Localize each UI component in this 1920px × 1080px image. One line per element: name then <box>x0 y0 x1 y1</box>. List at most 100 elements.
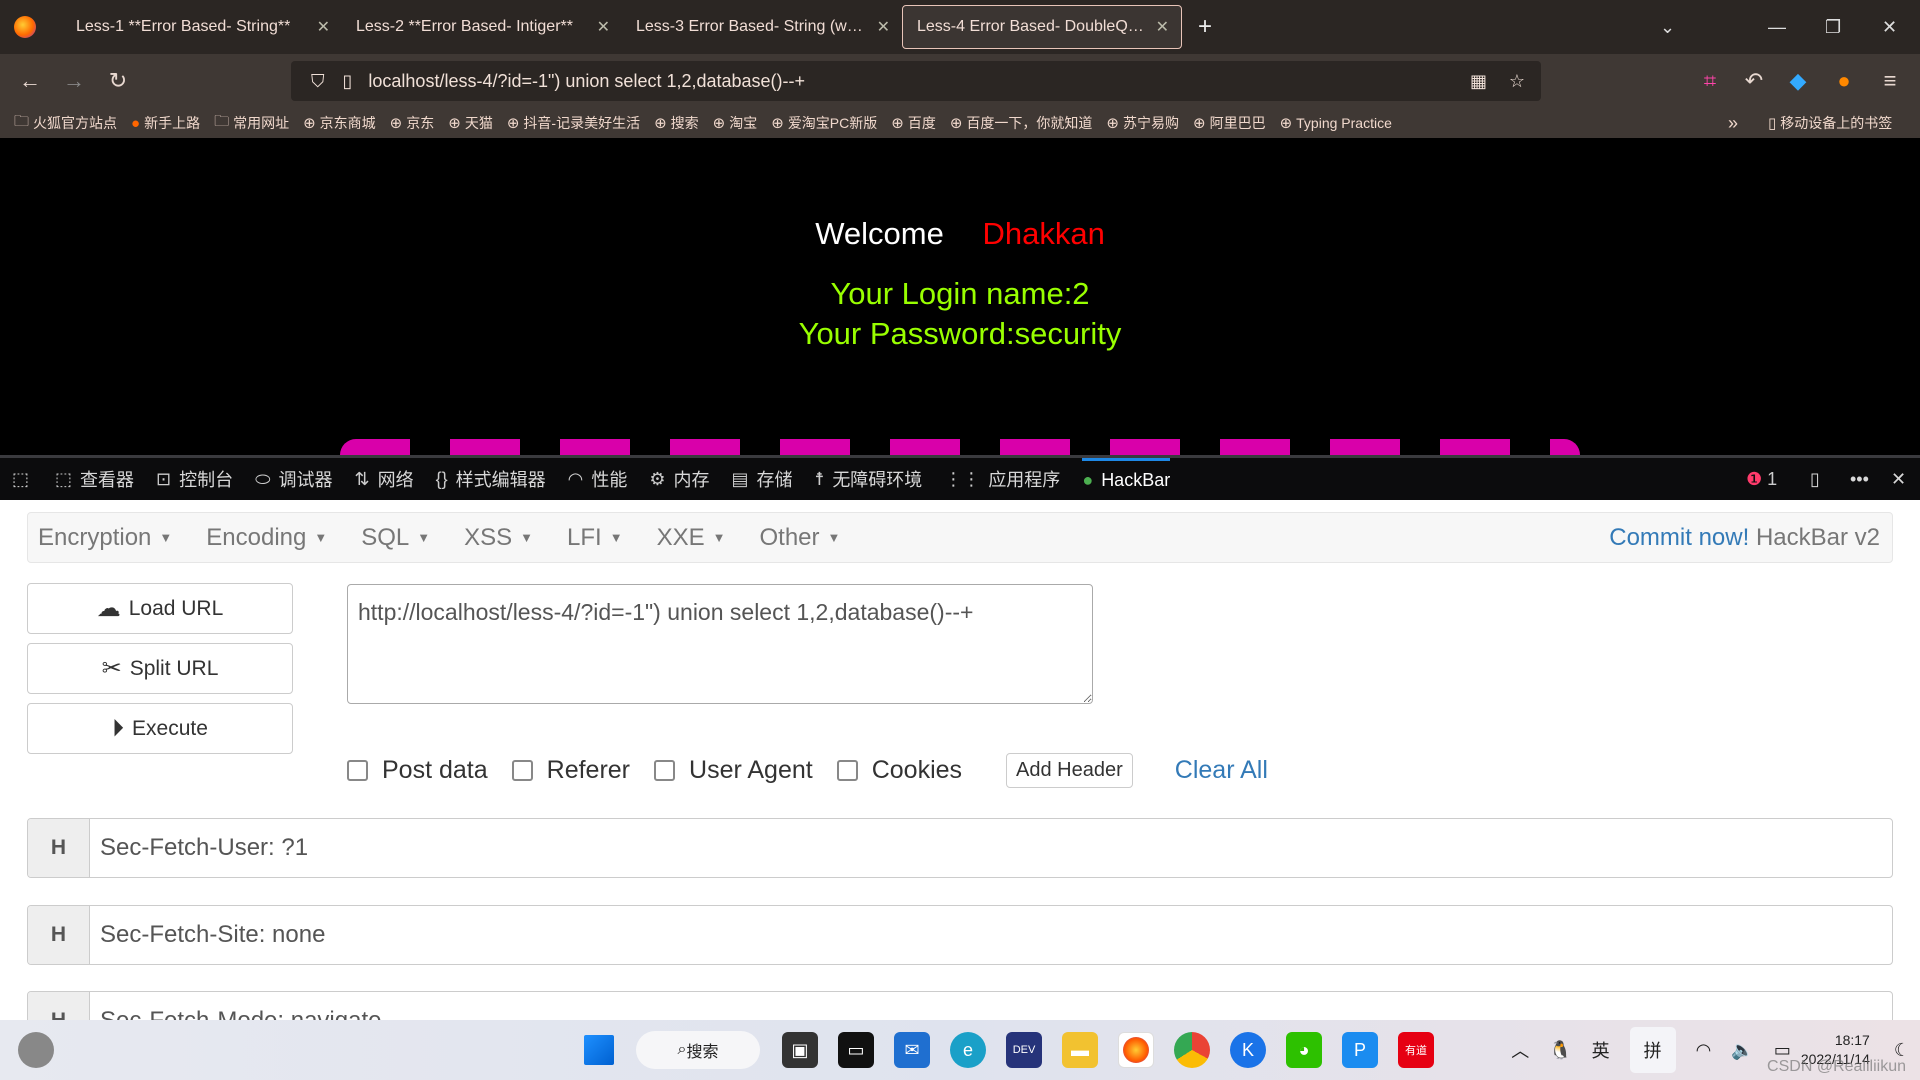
checkbox-box[interactable] <box>654 760 676 781</box>
devtools-tab-network[interactable]: ⇅ 网络 <box>355 466 414 492</box>
taskbar-search[interactable]: ⌕ 搜索 <box>636 1031 760 1069</box>
bookmark-item[interactable]: 🗀 常用网址 <box>214 111 289 136</box>
add-header-button[interactable]: Add Header <box>1006 753 1133 788</box>
url-textarea[interactable]: http://localhost/less-4/?id=-1") union s… <box>347 584 1093 704</box>
commit-link[interactable]: Commit now! <box>1609 524 1749 551</box>
devtools-tab-style-editor[interactable]: {} 样式编辑器 <box>436 466 546 492</box>
bookmark-item[interactable]: ⊕ 京东 <box>390 113 435 133</box>
tab-less-3[interactable]: Less-3 Error Based- String (with Twists)… <box>622 5 902 49</box>
back-icon[interactable]: ← <box>8 68 52 94</box>
menu-encryption[interactable]: Encryption ▼ <box>38 524 172 552</box>
account-icon[interactable]: ● <box>1822 68 1866 94</box>
show-hidden-icon[interactable]: ︿ <box>1511 1037 1529 1063</box>
chrome-icon[interactable] <box>1174 1032 1210 1068</box>
element-picker-icon[interactable]: ⬚ <box>12 469 29 490</box>
header-value[interactable]: Sec-Fetch-User: ?1 <box>90 834 308 862</box>
checkbox-cookies[interactable]: Cookies <box>836 756 962 785</box>
close-tab-icon[interactable]: ✕ <box>1156 17 1169 37</box>
devtools-tab-accessibility[interactable]: ☨ 无障碍环境 <box>815 466 923 492</box>
youdao-icon[interactable]: 有道 <box>1398 1032 1434 1068</box>
devtools-tab-performance[interactable]: ◠ 性能 <box>568 466 628 492</box>
list-tabs-icon[interactable]: ⌄ <box>1660 0 1675 54</box>
checkbox-user-agent[interactable]: User Agent <box>654 756 813 785</box>
bookmark-item[interactable]: ⊕ 百度 <box>891 113 936 133</box>
mail-icon[interactable]: ✉ <box>894 1032 930 1068</box>
devtools-tab-debugger[interactable]: ⬭ 调试器 <box>255 466 332 492</box>
menu-other[interactable]: Other ▼ <box>760 524 841 552</box>
file-explorer-icon[interactable]: ▬ <box>1062 1032 1098 1068</box>
bookmark-star-icon[interactable]: ☆ <box>1509 71 1525 92</box>
task-view-icon[interactable]: ▣ <box>782 1032 818 1068</box>
url-bar[interactable]: ⛉ ▯ localhost/less-4/?id=-1") union sele… <box>291 61 1541 101</box>
devcpp-icon[interactable]: DEV <box>1006 1032 1042 1068</box>
more-bookmarks-icon[interactable]: » <box>1728 113 1738 134</box>
checkbox-referer[interactable]: Referer <box>511 756 630 785</box>
bookmark-item[interactable]: ⊕ 苏宁易购 <box>1106 113 1179 133</box>
qr-code-icon[interactable]: ▦ <box>1470 71 1487 92</box>
close-devtools-icon[interactable]: ✕ <box>1891 469 1906 490</box>
tab-less-1[interactable]: Less-1 **Error Based- String** ✕ <box>62 5 342 49</box>
menu-xss[interactable]: XSS ▼ <box>464 524 533 552</box>
qq-icon[interactable]: 🐧 <box>1549 1040 1571 1061</box>
k-app-icon[interactable]: K <box>1230 1032 1266 1068</box>
bookmark-item[interactable]: ⊕ 阿里巴巴 <box>1193 113 1266 133</box>
devtools-tab-storage[interactable]: ▤ 存储 <box>731 466 792 492</box>
devtools-tab-application[interactable]: ⋮⋮ 应用程序 <box>944 466 1060 492</box>
undo-icon[interactable]: ↶ <box>1732 68 1776 94</box>
reload-icon[interactable]: ↻ <box>96 68 140 94</box>
bookmark-item[interactable]: ⊕ 天猫 <box>448 113 493 133</box>
wechat-icon[interactable]: ◕ <box>1286 1032 1322 1068</box>
mobile-bookmarks[interactable]: ▯ 移动设备上的书签 <box>1768 113 1892 133</box>
bookmark-item[interactable]: ⊕ 百度一下，你就知道 <box>950 113 1093 133</box>
firefox-icon[interactable] <box>14 16 36 38</box>
menu-sql[interactable]: SQL ▼ <box>361 524 430 552</box>
devtools-tab-memory[interactable]: ⚙ 内存 <box>649 466 709 492</box>
screenshot-icon[interactable]: ⌗ <box>1688 68 1732 94</box>
new-tab-button[interactable]: + <box>1198 13 1212 41</box>
checkbox-box[interactable] <box>347 760 368 781</box>
terminal-icon[interactable]: ▭ <box>838 1032 874 1068</box>
forward-icon[interactable]: → <box>52 68 96 94</box>
devtools-tab-hackbar[interactable]: ● HackBar <box>1082 458 1171 500</box>
bookmark-item[interactable]: ⊕ 搜索 <box>654 113 699 133</box>
menu-lfi[interactable]: LFI ▼ <box>567 524 623 552</box>
start-icon[interactable] <box>584 1035 614 1065</box>
close-window-button[interactable]: ✕ <box>1882 0 1897 54</box>
close-tab-icon[interactable]: ✕ <box>877 17 890 37</box>
menu-icon[interactable]: ≡ <box>1868 68 1912 94</box>
edge-icon[interactable]: e <box>950 1032 986 1068</box>
extension-icon[interactable]: ◆ <box>1776 68 1820 94</box>
bookmark-item[interactable]: 🗀 火狐官方站点 <box>14 111 117 136</box>
ime-language[interactable]: 英 <box>1592 1037 1610 1063</box>
bookmark-item[interactable]: ⊕ 京东商城 <box>303 113 376 133</box>
tab-less-2[interactable]: Less-2 **Error Based- Intiger** ✕ <box>342 5 622 49</box>
wifi-icon[interactable]: ◠ <box>1696 1040 1712 1061</box>
checkbox-box[interactable] <box>511 760 533 781</box>
split-url-button[interactable]: ✂ Split URL <box>27 643 293 694</box>
ime-mode[interactable]: 拼 <box>1629 1027 1676 1073</box>
execute-button[interactable]: ⏵ Execute <box>27 703 293 754</box>
volume-icon[interactable]: 🔈 <box>1731 1040 1753 1061</box>
checkbox-post-data[interactable]: Post data <box>347 756 488 785</box>
header-value[interactable]: Sec-Fetch-Site: none <box>90 921 325 949</box>
close-tab-icon[interactable]: ✕ <box>317 17 330 37</box>
bookmark-item[interactable]: ⊕ 淘宝 <box>713 113 758 133</box>
more-icon[interactable]: ••• <box>1850 469 1869 490</box>
load-url-button[interactable]: ☁ Load URL <box>27 583 293 634</box>
restore-button[interactable]: ❐ <box>1825 0 1841 54</box>
url-text[interactable]: localhost/less-4/?id=-1") union select 1… <box>368 71 805 92</box>
bookmark-item[interactable]: ⊕ 抖音-记录美好生活 <box>507 113 640 133</box>
firefox-taskbar-icon[interactable] <box>1118 1032 1154 1068</box>
widgets-icon[interactable] <box>18 1032 54 1068</box>
error-icon[interactable]: ❶ 1 <box>1746 469 1777 490</box>
close-tab-icon[interactable]: ✕ <box>597 17 610 37</box>
devtools-tab-inspector[interactable]: ⬚ 查看器 <box>55 466 134 492</box>
devtools-tab-console[interactable]: ⊡ 控制台 <box>156 466 233 492</box>
p-app-icon[interactable]: P <box>1342 1032 1378 1068</box>
bookmark-item[interactable]: ⊕ 爱淘宝PC新版 <box>771 113 877 133</box>
clear-all-link[interactable]: Clear All <box>1175 756 1268 785</box>
bookmark-item[interactable]: ⊕ Typing Practice <box>1280 114 1392 132</box>
checkbox-box[interactable] <box>836 760 858 781</box>
shield-icon[interactable]: ⛉ <box>311 71 325 92</box>
bookmark-item[interactable]: ● 新手上路 <box>131 113 200 133</box>
